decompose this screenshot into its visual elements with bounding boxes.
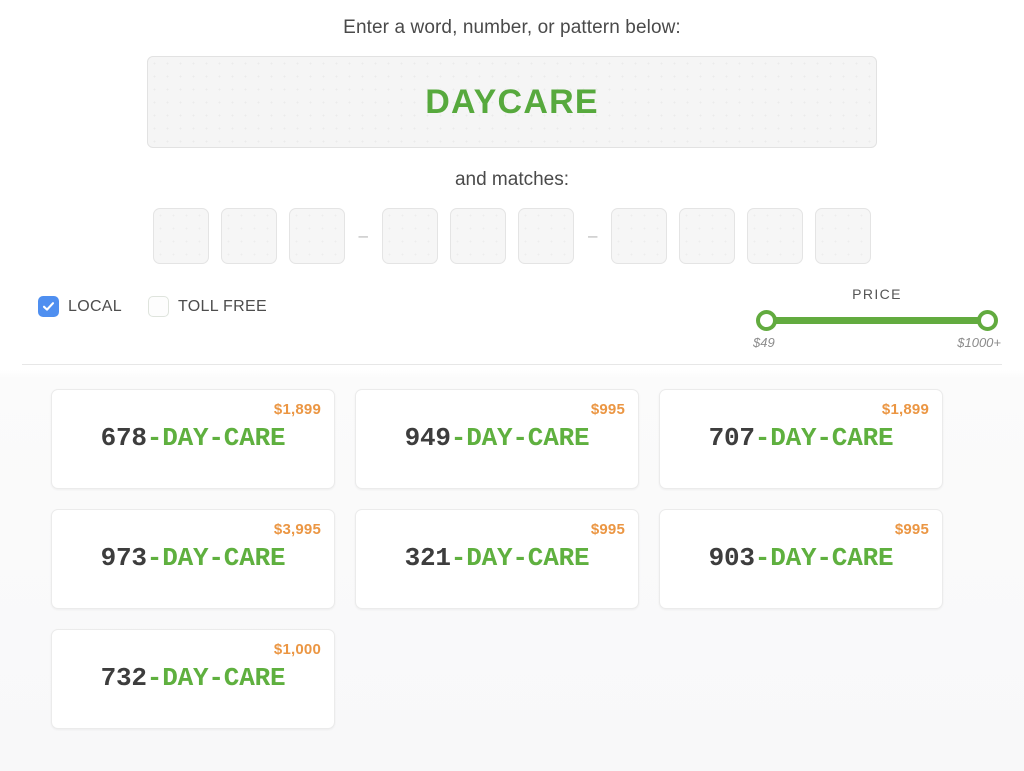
result-card[interactable]: $995 949-DAY-CARE: [355, 389, 639, 489]
pattern-box-9[interactable]: [747, 208, 804, 264]
filters-row: LOCAL TOLL FREE PRICE $49 $1000+: [0, 286, 1024, 350]
result-card[interactable]: $1,899 678-DAY-CARE: [51, 389, 335, 489]
word-input-container[interactable]: [147, 56, 877, 148]
result-price: $995: [590, 401, 625, 418]
result-number-word: -DAY-CARE: [450, 423, 590, 453]
price-filter: PRICE $49 $1000+: [752, 286, 1002, 350]
result-number-word: -DAY-CARE: [146, 663, 286, 693]
result-price: $995: [894, 521, 929, 538]
result-number: 903-DAY-CARE: [660, 543, 942, 573]
result-price: $1,000: [273, 641, 321, 658]
pattern-group-line: [611, 208, 872, 264]
pattern-box-2[interactable]: [220, 208, 277, 264]
result-number-word: -DAY-CARE: [754, 423, 894, 453]
result-card[interactable]: $995 903-DAY-CARE: [659, 509, 943, 609]
result-price: $1,899: [273, 401, 321, 418]
check-icon: [42, 302, 55, 311]
checkbox-toll-free[interactable]: TOLL FREE: [147, 296, 267, 317]
price-max-label: $1000+: [957, 335, 1001, 350]
result-card[interactable]: $3,995 973-DAY-CARE: [51, 509, 335, 609]
pattern-box-1[interactable]: [152, 208, 209, 264]
pattern-box-10[interactable]: [815, 208, 872, 264]
pattern-box-3[interactable]: [288, 208, 345, 264]
result-number-prefix: 707: [708, 423, 755, 453]
result-price: $1,899: [881, 401, 929, 418]
price-slider-track[interactable]: [766, 317, 988, 324]
matches-label: and matches:: [454, 169, 570, 190]
checkbox-toll-free-label: TOLL FREE: [177, 297, 267, 315]
result-number: 732-DAY-CARE: [52, 663, 334, 693]
result-number-prefix: 678: [100, 423, 147, 453]
pattern-input-row: – –: [0, 208, 1024, 264]
pattern-box-4[interactable]: [382, 208, 438, 264]
result-number-prefix: 949: [404, 423, 451, 453]
result-number-word: -DAY-CARE: [450, 543, 590, 573]
price-range-slider[interactable]: [756, 309, 998, 331]
pattern-box-8[interactable]: [679, 208, 736, 264]
price-slider-handle-max[interactable]: [977, 310, 998, 331]
result-number: 321-DAY-CARE: [356, 543, 638, 573]
word-search-input[interactable]: [148, 82, 876, 122]
number-type-filters: LOCAL TOLL FREE: [38, 286, 267, 317]
result-number-prefix: 321: [404, 543, 451, 573]
pattern-box-5[interactable]: [450, 208, 506, 264]
result-price: $3,995: [273, 521, 321, 538]
price-slider-handle-min[interactable]: [756, 310, 777, 331]
pattern-separator-2: –: [588, 226, 598, 245]
result-number-word: -DAY-CARE: [754, 543, 894, 573]
result-number: 707-DAY-CARE: [660, 423, 942, 453]
pattern-group-prefix: [382, 208, 574, 264]
result-number: 949-DAY-CARE: [356, 423, 638, 453]
result-number-word: -DAY-CARE: [146, 543, 286, 573]
pattern-box-7[interactable]: [611, 208, 668, 264]
result-number-prefix: 903: [708, 543, 755, 573]
result-card[interactable]: $1,899 707-DAY-CARE: [659, 389, 943, 489]
result-number: 678-DAY-CARE: [52, 423, 334, 453]
page-title: Enter a word, number, or pattern below:: [343, 17, 681, 38]
price-filter-title: PRICE: [852, 286, 902, 302]
pattern-separator-1: –: [358, 226, 368, 245]
result-price: $995: [590, 521, 625, 538]
result-card[interactable]: $995 321-DAY-CARE: [355, 509, 639, 609]
price-min-label: $49: [753, 335, 775, 350]
result-number-word: -DAY-CARE: [146, 423, 286, 453]
checkbox-local-label: LOCAL: [68, 297, 122, 315]
pattern-box-6[interactable]: [518, 208, 574, 264]
checkbox-local[interactable]: LOCAL: [38, 296, 122, 317]
search-panel: Enter a word, number, or pattern below: …: [0, 0, 1024, 350]
pattern-group-area-code: [152, 208, 345, 264]
checkbox-toll-free-box[interactable]: [147, 296, 169, 317]
result-number-prefix: 732: [100, 663, 147, 693]
checkbox-local-box[interactable]: [38, 296, 59, 317]
phone-number-search-page: Enter a word, number, or pattern below: …: [0, 0, 1024, 771]
result-number: 973-DAY-CARE: [52, 543, 334, 573]
price-range-labels: $49 $1000+: [752, 335, 1002, 350]
result-card[interactable]: $1,000 732-DAY-CARE: [51, 629, 335, 729]
result-number-prefix: 973: [100, 543, 147, 573]
results-grid: $1,899 678-DAY-CARE $995 949-DAY-CARE $1…: [0, 365, 1024, 729]
